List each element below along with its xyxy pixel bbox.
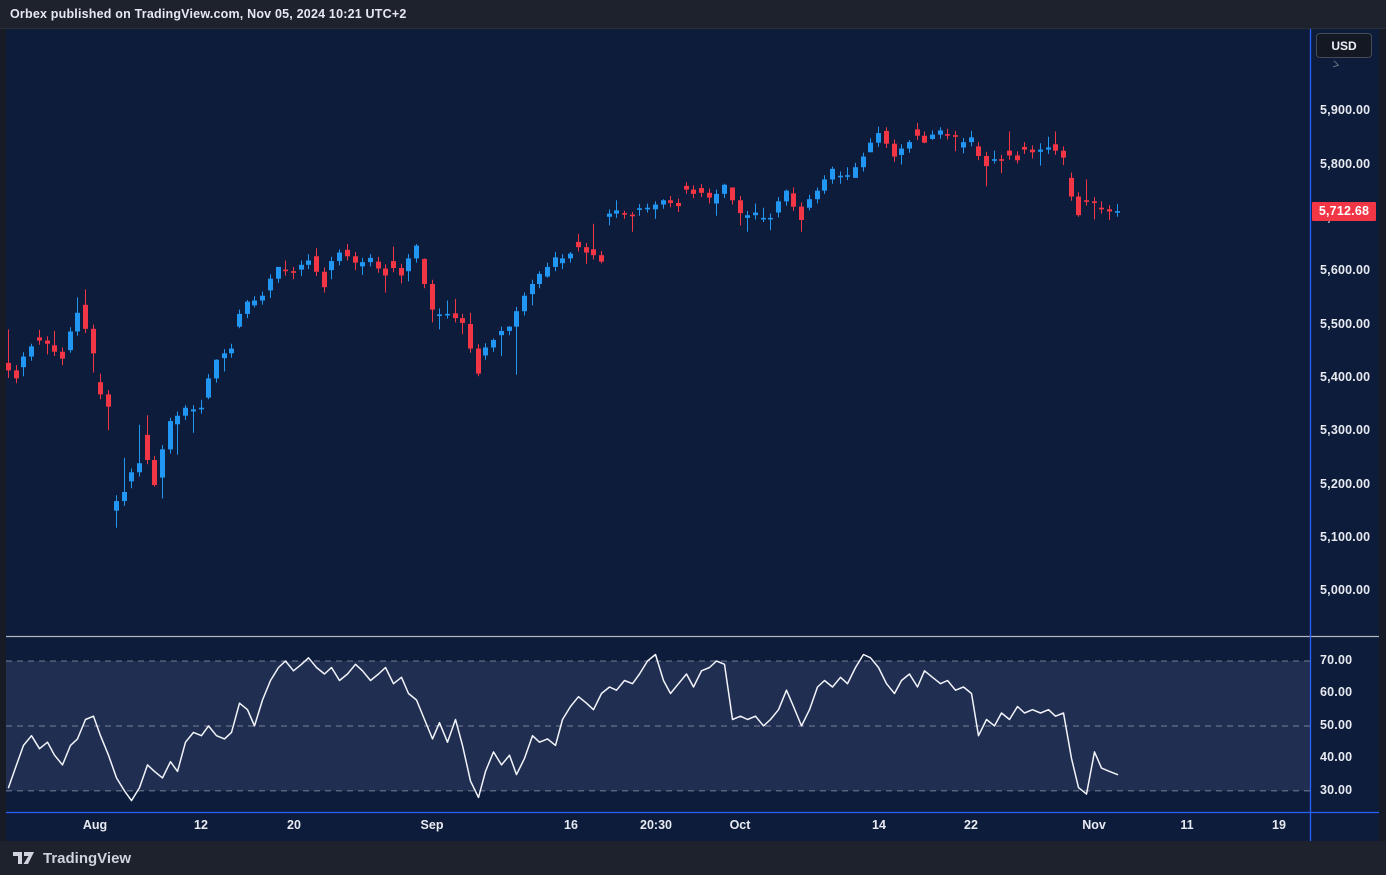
time-axis-label: 16: [564, 818, 578, 832]
rsi-axis-label: 60.00: [1320, 685, 1352, 699]
price-axis-label: 5,800.00: [1320, 157, 1370, 171]
price-axis-label: 5,200.00: [1320, 477, 1370, 491]
time-axis-label: 22: [964, 818, 978, 832]
price-axis-label: 5,000.00: [1320, 583, 1370, 597]
right-margin: [1379, 28, 1386, 841]
price-axis-label: 5,500.00: [1320, 317, 1370, 331]
time-axis-label: 20:30: [640, 818, 672, 832]
rsi-axis-label: 40.00: [1320, 750, 1352, 764]
rsi-axis-label: 30.00: [1320, 783, 1352, 797]
price-axis-label: 5,300.00: [1320, 423, 1370, 437]
time-axis-label: Sep: [421, 818, 444, 832]
time-axis-label: Oct: [730, 818, 751, 832]
footer-bar: TradingView: [0, 841, 1386, 875]
time-axis-label: 12: [194, 818, 208, 832]
price-axis-label: 5,600.00: [1320, 263, 1370, 277]
tradingview-logo-icon[interactable]: [13, 850, 35, 866]
publish-title: Orbex published on TradingView.com, Nov …: [10, 7, 407, 21]
price-axis-label: 5,400.00: [1320, 370, 1370, 384]
last-price-badge: 5,712.68: [1312, 202, 1376, 221]
left-margin: [0, 28, 6, 841]
tradingview-brand[interactable]: TradingView: [43, 850, 131, 867]
currency-usd-button[interactable]: USD: [1316, 33, 1372, 58]
rsi-axis-label: 50.00: [1320, 718, 1352, 732]
chart-canvas[interactable]: [0, 28, 1386, 841]
chart-plot[interactable]: [0, 28, 1386, 841]
time-axis-label: Aug: [83, 818, 107, 832]
time-axis[interactable]: Aug 12 20 Sep 16 20:30 Oct 14 22 Nov 11 19: [0, 812, 1386, 841]
axis-adjust-caret-icon: [1329, 61, 1339, 68]
price-axis-label: 5,100.00: [1320, 530, 1370, 544]
time-axis-label: Nov: [1082, 818, 1106, 832]
header-bar: Orbex published on TradingView.com, Nov …: [0, 0, 1386, 29]
candlestick-series: [6, 123, 1120, 528]
time-axis-label: 11: [1180, 818, 1193, 832]
rsi-axis-label: 70.00: [1320, 653, 1352, 667]
tradingview-published-chart: Orbex published on TradingView.com, Nov …: [0, 0, 1386, 875]
time-axis-label: 19: [1272, 818, 1286, 832]
time-axis-label: 20: [287, 818, 301, 832]
time-axis-label: 14: [872, 818, 886, 832]
price-axis-label: 5,900.00: [1320, 103, 1370, 117]
price-axis[interactable]: USD 5,712.68 5,900.005,800.005,700.005,6…: [1311, 28, 1379, 812]
